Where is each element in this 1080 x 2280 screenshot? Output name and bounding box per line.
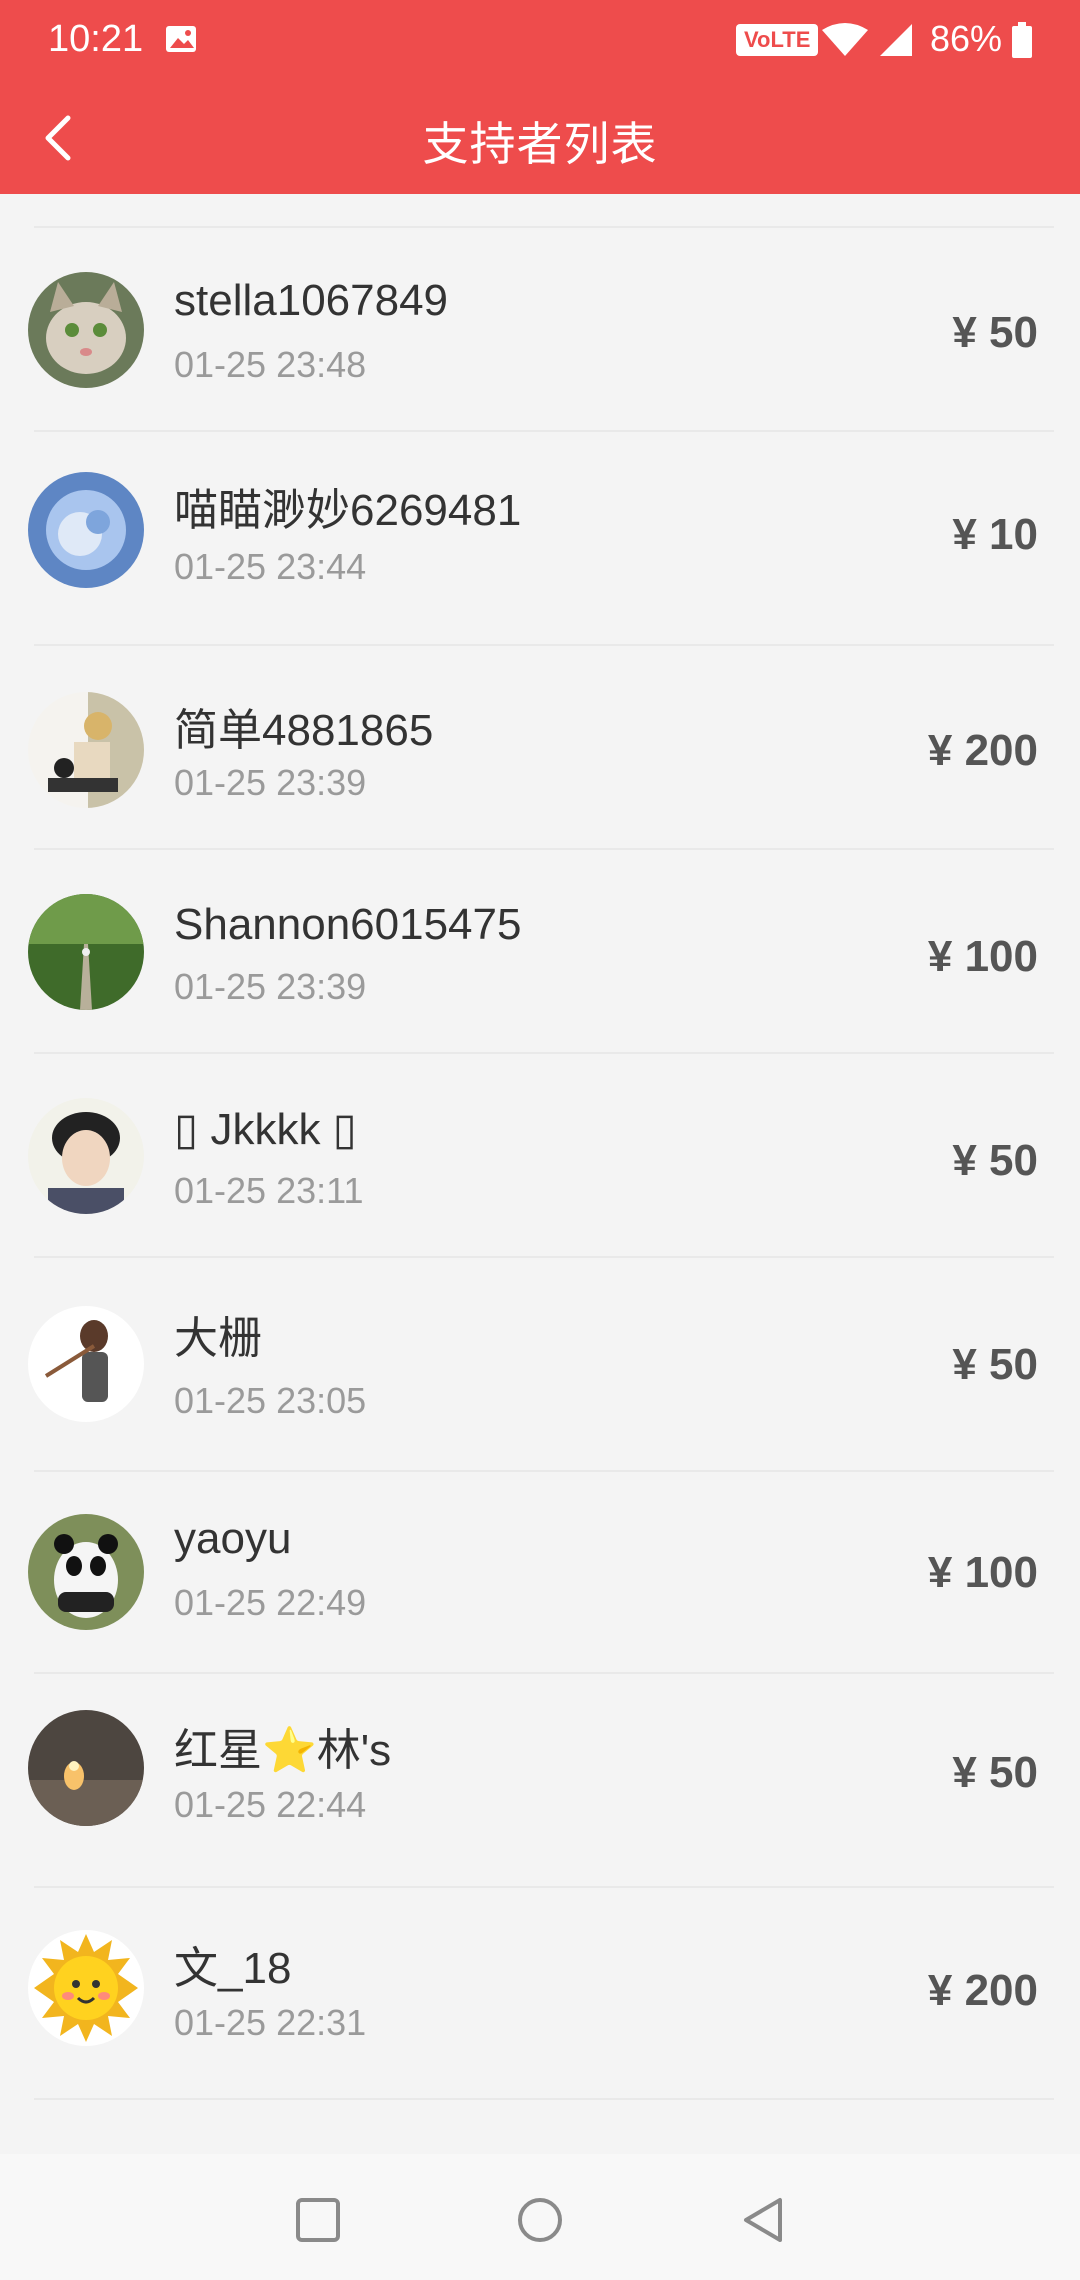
supporter-name: 简单4881865 [174, 706, 434, 755]
signal-icon [880, 24, 912, 56]
support-time: 01-25 23:11 [174, 1170, 364, 1211]
list-item[interactable]: 红星⭐林's 01-25 22:44 ¥ 50 [0, 1674, 1080, 1888]
avatar [28, 472, 144, 588]
support-time: 01-25 22:49 [174, 1582, 367, 1623]
support-time: 01-25 23:39 [174, 966, 367, 1007]
divider [34, 2098, 1054, 2100]
avatar [28, 1930, 144, 2046]
supporter-name: stella1067849 [174, 276, 449, 325]
battery-percent: 86% [930, 18, 1003, 59]
volte-badge: VoLTE [736, 24, 819, 56]
support-time: 01-25 23:44 [174, 546, 367, 587]
avatar [28, 1514, 144, 1630]
avatar [28, 272, 144, 388]
support-time: 01-25 23:05 [174, 1380, 367, 1421]
support-amount: ¥ 50 [952, 1136, 1038, 1185]
avatar [28, 1306, 144, 1422]
support-amount: ¥ 100 [927, 1548, 1038, 1597]
list-item[interactable]: 简单4881865 01-25 23:39 ¥ 200 [0, 646, 1080, 850]
supporter-name: yaoyu [174, 1514, 292, 1563]
list-item[interactable]: 大栅 01-25 23:05 ¥ 50 [0, 1258, 1080, 1472]
support-amount: ¥ 100 [927, 932, 1038, 981]
support-amount: ¥ 50 [952, 1340, 1038, 1389]
avatar [28, 894, 144, 1010]
support-amount: ¥ 50 [952, 308, 1038, 357]
avatar [28, 1710, 144, 1826]
supporter-name: Shannon6015475 [174, 900, 522, 949]
support-time: 01-25 23:39 [174, 762, 367, 803]
support-amount: ¥ 200 [927, 1966, 1038, 2015]
supporter-name: 文_18 [174, 1944, 292, 1993]
status-time: 10:21 [48, 18, 144, 60]
app-bar: 支持者列表 [0, 80, 1080, 194]
support-time: 01-25 22:44 [174, 1784, 367, 1825]
avatar [28, 692, 144, 808]
support-amount: ¥ 200 [927, 726, 1038, 775]
page-title: 支持者列表 [422, 118, 658, 170]
recent-apps-icon[interactable] [290, 2192, 346, 2248]
wifi-icon [822, 23, 868, 56]
list-item[interactable]: 喵瞄渺妙6269481 01-25 23:44 ¥ 10 [0, 432, 1080, 646]
back-icon[interactable] [736, 2192, 792, 2248]
status-bar: 10:21 VoLTE 86% [0, 0, 1080, 80]
supporter-name: 大栅 [174, 1314, 262, 1363]
supporter-name: ▯ Jkkkk ▯ [174, 1105, 357, 1154]
system-nav-bar [0, 2154, 1080, 2280]
list-item[interactable]: stella1067849 01-25 23:48 ¥ 50 [0, 228, 1080, 432]
supporter-name: 喵瞄渺妙6269481 [174, 486, 522, 535]
list-item[interactable]: Shannon6015475 01-25 23:39 ¥ 100 [0, 850, 1080, 1054]
supporter-name: 红星⭐林's [174, 1726, 392, 1775]
support-time: 01-25 23:48 [174, 344, 367, 385]
support-amount: ¥ 50 [952, 1748, 1038, 1797]
support-amount: ¥ 10 [952, 510, 1038, 559]
support-time: 01-25 22:31 [174, 2002, 367, 2043]
battery-icon [1012, 22, 1032, 58]
avatar [28, 1098, 144, 1214]
gallery-icon [166, 26, 196, 52]
list-item[interactable]: ▯ Jkkkk ▯ 01-25 23:11 ¥ 50 [0, 1054, 1080, 1258]
list-item[interactable]: 文_18 01-25 22:31 ¥ 200 [0, 1888, 1080, 2100]
list-item[interactable]: yaoyu 01-25 22:49 ¥ 100 [0, 1472, 1080, 1674]
home-icon[interactable] [512, 2192, 568, 2248]
